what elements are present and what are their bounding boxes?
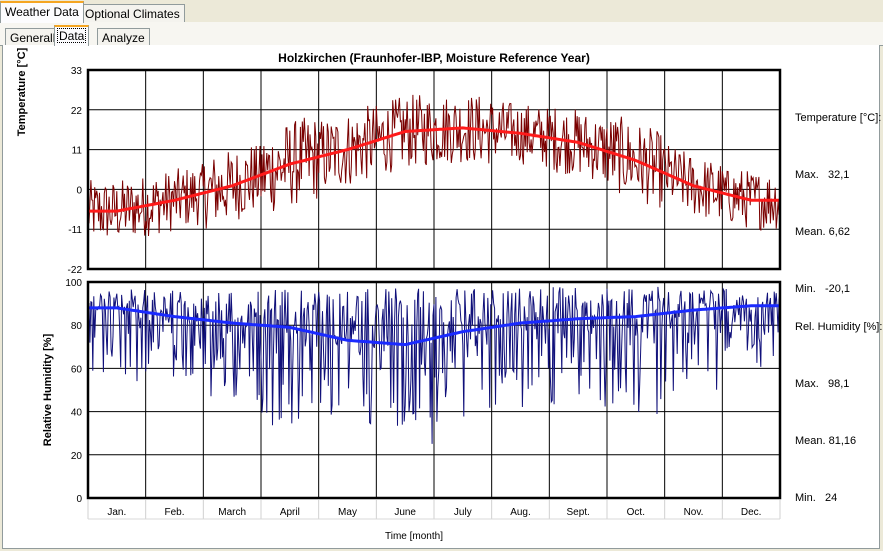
tab-data[interactable]: Data [54,25,90,46]
mean-label: Mean. [795,226,826,238]
mean-value: 6,62 [828,226,851,238]
humidity-mean: Mean. 81,16 [795,432,882,451]
y-tick-label: 80 [71,321,83,332]
temperature-mean: Mean. 6,62 [795,223,881,242]
max-label: Max. [795,378,819,390]
x-tick-label: April [280,507,300,518]
temperature-plot: -22 -11 0 11 22 33 [68,66,782,276]
humidity-max: Max. 98,1 [795,375,882,394]
min-value: 24 [824,492,838,504]
x-tick-label: Dec. [741,507,762,518]
max-label: Max. [795,169,819,181]
tab-weather-data[interactable]: Weather Data [0,1,84,23]
x-tick-label: Jan. [107,507,126,518]
x-tick-label: Aug. [510,507,531,518]
y-tick-label: -11 [68,225,82,236]
humidity-stats-title: Rel. Humidity [%]: [795,321,883,333]
mean-value: 81,16 [828,435,857,447]
y-tick-label: 33 [71,66,83,77]
y-tick-label: 22 [71,106,83,117]
y-tick-label: 0 [76,185,82,196]
x-tick-label: June [394,507,416,518]
humidity-min: Min. 24 [795,489,882,508]
x-tick-label: Nov. [684,507,704,518]
temperature-max: Max. 32,1 [795,166,881,185]
y-tick-label: 20 [71,451,83,462]
weather-chart: Holzkirchen (Fraunhofer-IBP, Moisture Re… [16,47,782,542]
x-tick-label: July [454,507,472,518]
min-label: Min. [795,492,816,504]
mean-label: Mean. [795,435,826,447]
humidity-plot: 0 20 40 60 80 100 [65,278,782,505]
y-tick-label: 40 [71,408,83,419]
humidity-stats: Rel. Humidity [%]: Max. 98,1 Mean. 81,16… [795,280,882,527]
x-tick-label: Feb. [164,507,184,518]
x-tick-label: Oct. [627,507,645,518]
x-axis-label: Time [month] [385,531,443,542]
max-value: 32,1 [828,169,850,181]
y-tick-label: -22 [68,265,83,276]
x-tick-label: Sept. [566,507,589,518]
y-tick-label: 0 [76,494,82,505]
x-tick-label: March [218,507,246,518]
y-tick-label: 60 [71,364,83,375]
max-value: 98,1 [828,378,850,390]
temperature-axis-label: Temperature [°C] [16,47,28,136]
y-tick-label: 11 [72,146,83,157]
x-tick-label: May [338,507,357,518]
temperature-stats-title: Temperature [°C]: [795,112,882,124]
x-axis: Jan. Feb. March April May June July Aug. Sept. Oc… [87,500,781,520]
chart-title: Holzkirchen (Fraunhofer-IBP, Moisture Re… [278,51,590,65]
y-tick-label: 100 [65,278,82,289]
humidity-axis-label: Relative Humidity [%] [42,333,54,446]
